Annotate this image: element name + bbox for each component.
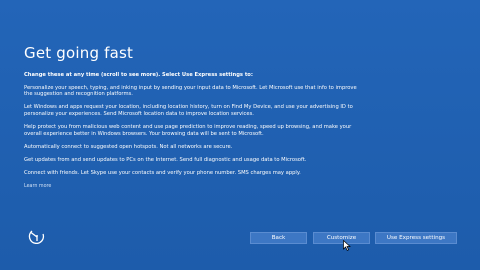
settings-description: Change these at any time (scroll to see …: [24, 72, 364, 191]
page-title: Get going fast: [24, 44, 134, 62]
ease-of-access-icon[interactable]: [28, 228, 46, 245]
paragraph-skype: Connect with friends. Let Skype use your…: [24, 169, 301, 176]
intro-text: Change these at any time (scroll to see …: [24, 72, 253, 78]
paragraph-location: Let Windows and apps request your locati…: [24, 104, 353, 117]
paragraph-browsing: Help protect you from malicious web cont…: [24, 123, 352, 137]
paragraph-hotspots: Automatically connect to suggested open …: [24, 143, 233, 150]
paragraph-updates: Get updates from and send updates to PCs…: [24, 156, 307, 163]
use-express-settings-button[interactable]: Use Express settings: [375, 232, 457, 244]
paragraph-speech: Personalize your speech, typing, and ink…: [24, 84, 357, 98]
learn-more-link[interactable]: Learn more: [24, 184, 51, 191]
back-button[interactable]: Back: [250, 232, 307, 244]
customize-button[interactable]: Customize: [313, 232, 370, 244]
mouse-pointer-icon: [343, 236, 351, 251]
setup-screen: Get going fast Change these at any time …: [0, 0, 480, 270]
